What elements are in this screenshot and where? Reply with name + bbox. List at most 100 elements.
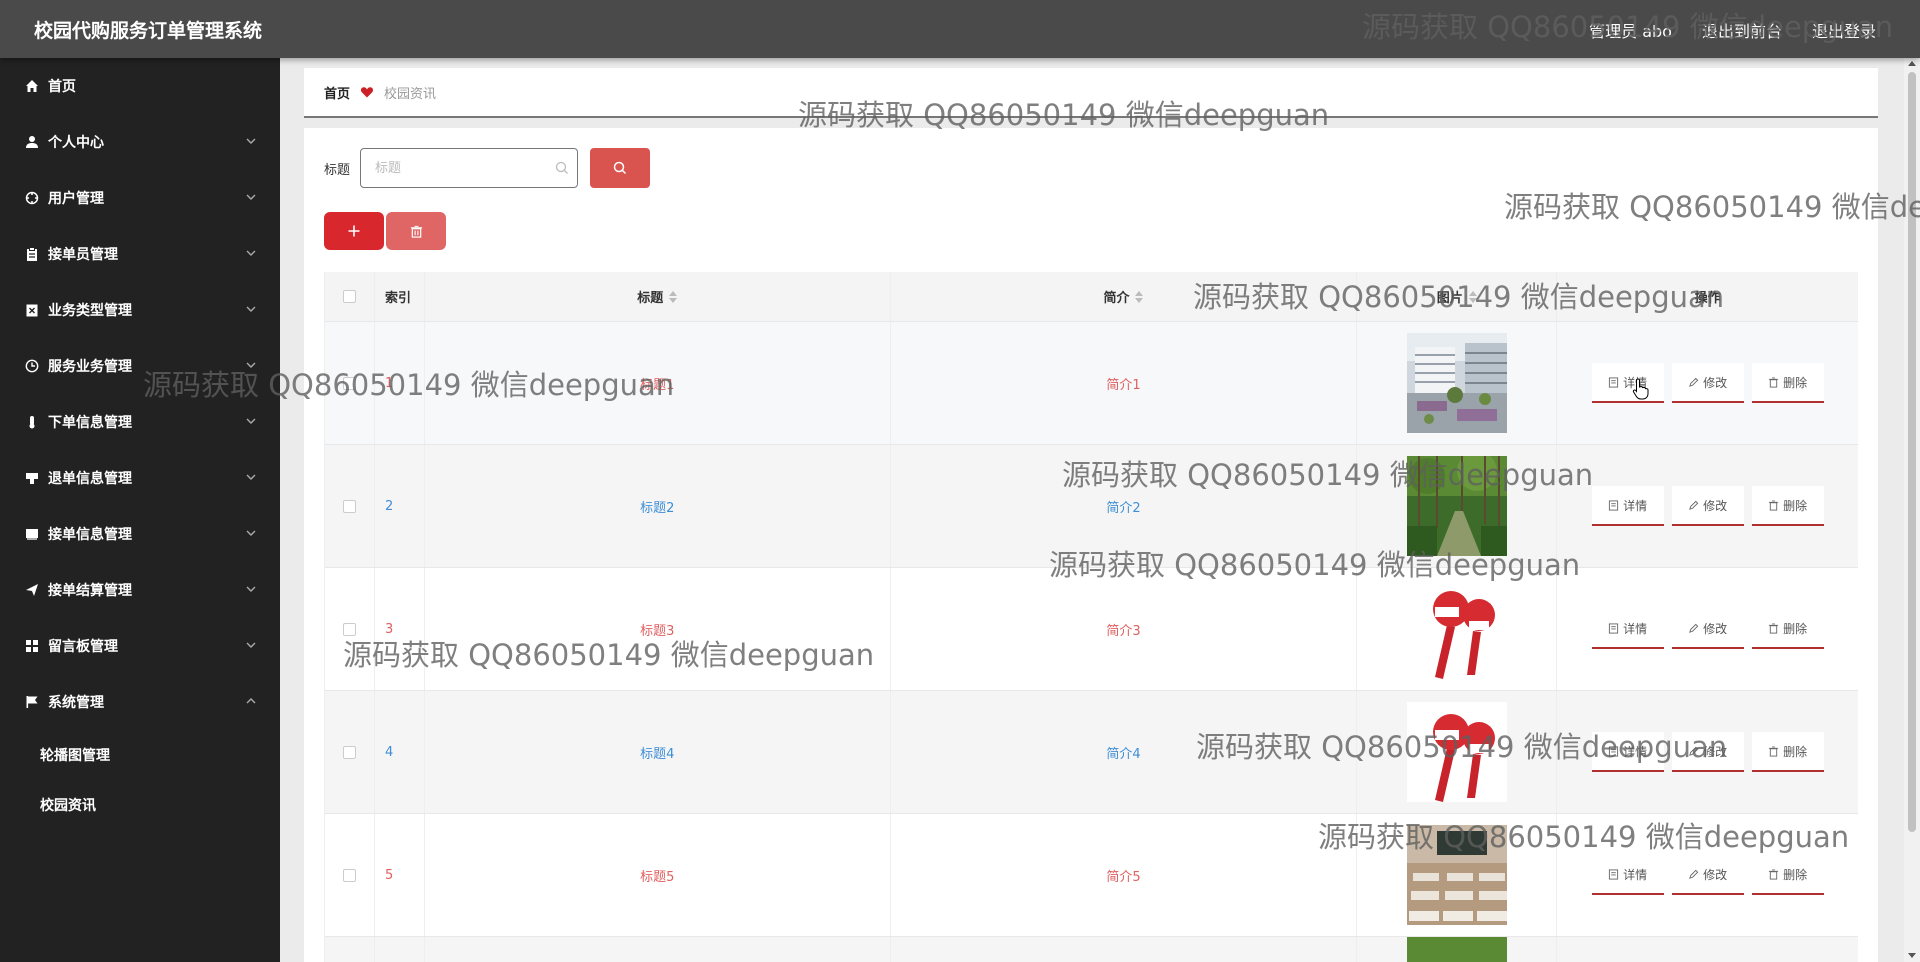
crosshair-icon	[24, 190, 40, 206]
sidebar-item-personal-center[interactable]: 个人中心	[0, 114, 280, 170]
sidebar-item-home[interactable]: 首页	[0, 58, 280, 114]
sort-icon[interactable]	[1135, 290, 1144, 303]
document-icon	[1608, 622, 1619, 634]
chevron-up-icon	[246, 698, 256, 704]
scroll-up-icon[interactable]	[1908, 61, 1916, 66]
row-checkbox[interactable]	[342, 868, 356, 882]
trash-icon	[1768, 376, 1779, 388]
document-icon	[1608, 376, 1619, 388]
detail-button[interactable]: 详情	[1591, 486, 1664, 526]
edit-button[interactable]: 修改	[1671, 732, 1744, 772]
heart-icon	[360, 87, 374, 98]
select-all-checkbox[interactable]	[342, 290, 356, 303]
row-checkbox[interactable]	[342, 622, 356, 636]
detail-button[interactable]: 详情	[1591, 732, 1664, 772]
classroom-image[interactable]	[1406, 825, 1507, 925]
thermometer-icon	[24, 414, 40, 430]
delete-button[interactable]: 删除	[1751, 609, 1824, 649]
cup-icon	[24, 470, 40, 486]
row-checkbox[interactable]	[342, 376, 356, 390]
delete-button[interactable]: 删除	[1751, 486, 1824, 526]
detail-button[interactable]: 详情	[1591, 855, 1664, 895]
document-icon	[1608, 499, 1619, 511]
detail-button[interactable]: 详情	[1591, 609, 1664, 649]
chevron-down-icon	[246, 642, 256, 648]
sidebar-item-label: 首页	[48, 79, 76, 95]
detail-button[interactable]: 详情	[1591, 363, 1664, 403]
row-title[interactable]: 标题1	[640, 374, 674, 393]
delete-button[interactable]: 删除	[1751, 732, 1824, 772]
sidebar-item-message-board[interactable]: 留言板管理	[0, 618, 280, 674]
row-title[interactable]: 标题2	[640, 497, 674, 516]
vertical-scrollbar[interactable]	[1904, 58, 1920, 962]
batch-delete-button[interactable]	[386, 212, 446, 250]
flag-icon	[24, 694, 40, 710]
scrollbar-thumb[interactable]	[1908, 72, 1916, 832]
scroll-down-icon[interactable]	[1908, 953, 1916, 958]
sidebar-item-refund-info[interactable]: 退单信息管理	[0, 450, 280, 506]
row-title[interactable]: 标题4	[640, 743, 674, 762]
sidebar-subitem-carousel[interactable]: 轮播图管理	[0, 730, 280, 780]
sidebar-item-courier-management[interactable]: 接单员管理	[0, 226, 280, 282]
sidebar-item-label: 接单信息管理	[48, 527, 132, 543]
admin-name: 管理员 abo	[1589, 22, 1672, 41]
chevron-down-icon	[246, 306, 256, 312]
search-input[interactable]	[361, 149, 542, 187]
sort-icon[interactable]	[1468, 290, 1477, 303]
detail-label: 详情	[1623, 498, 1648, 513]
trash-icon	[410, 225, 422, 238]
edit-button[interactable]: 修改	[1671, 363, 1744, 403]
sidebar-subitem-campus-news[interactable]: 校园资讯	[0, 780, 280, 830]
row-intro[interactable]: 简介4	[1106, 743, 1140, 762]
row-intro[interactable]: 简介2	[1106, 497, 1140, 516]
header-intro: 简介	[1103, 291, 1130, 306]
sidebar-item-user-management[interactable]: 用户管理	[0, 170, 280, 226]
delete-label: 删除	[1783, 744, 1808, 759]
row-checkbox[interactable]	[342, 745, 356, 759]
sidebar-item-system-management[interactable]: 系统管理	[0, 674, 280, 730]
row-intro[interactable]: 简介3	[1106, 620, 1140, 639]
chevron-down-icon	[246, 586, 256, 592]
edit-button[interactable]: 修改	[1671, 855, 1744, 895]
sidebar-item-label: 个人中心	[48, 135, 104, 151]
sidebar-item-service-business[interactable]: 服务业务管理	[0, 338, 280, 394]
sidebar: 首页 个人中心 用户管理 接单员管理 业务类型管理 服务业务管理 下单信息管理 …	[0, 58, 280, 962]
app-title: 校园代购服务订单管理系统	[34, 20, 263, 42]
sidebar-item-order-info[interactable]: 下单信息管理	[0, 394, 280, 450]
logout-link[interactable]: 退出登录	[1812, 18, 1876, 42]
table-row	[325, 937, 1858, 962]
thumbnail-image[interactable]	[1406, 937, 1507, 962]
trash-icon	[1768, 745, 1779, 757]
row-title[interactable]: 标题5	[640, 866, 674, 885]
building-courtyard-image[interactable]	[1406, 333, 1507, 433]
news-microphones-image[interactable]	[1406, 579, 1507, 679]
breadcrumb-home[interactable]: 首页	[324, 83, 350, 102]
edit-button[interactable]: 修改	[1671, 609, 1744, 649]
row-checkbox[interactable]	[342, 499, 356, 513]
sidebar-item-accept-info[interactable]: 接单信息管理	[0, 506, 280, 562]
row-intro[interactable]: 简介5	[1106, 866, 1140, 885]
header-ops: 操作	[1694, 291, 1721, 306]
plus-icon	[348, 225, 360, 237]
sidebar-item-business-type[interactable]: 业务类型管理	[0, 282, 280, 338]
table-row: 4 标题4 简介4 详情 修改 删除	[325, 691, 1858, 814]
row-intro[interactable]: 简介1	[1106, 374, 1140, 393]
table-row: 2 标题2 简介2 详情 修改 删除	[325, 445, 1858, 568]
row-title[interactable]: 标题3	[640, 620, 674, 639]
edit-button[interactable]: 修改	[1671, 486, 1744, 526]
forest-path-image[interactable]	[1406, 456, 1507, 556]
add-button[interactable]	[324, 212, 384, 250]
sidebar-item-settlement[interactable]: 接单结算管理	[0, 562, 280, 618]
search-row: 标题	[324, 148, 651, 188]
delete-button[interactable]: 删除	[1751, 363, 1824, 403]
edit-icon	[1689, 746, 1699, 756]
delete-button[interactable]: 删除	[1751, 855, 1824, 895]
search-button[interactable]	[590, 148, 651, 188]
search-icon	[613, 161, 627, 175]
sort-icon[interactable]	[669, 290, 678, 303]
sidebar-item-label: 接单员管理	[48, 247, 118, 263]
back-to-front-link[interactable]: 退出到前台	[1702, 18, 1782, 42]
news-microphones-image[interactable]	[1406, 702, 1507, 802]
action-buttons	[324, 212, 446, 250]
chevron-down-icon	[246, 474, 256, 480]
